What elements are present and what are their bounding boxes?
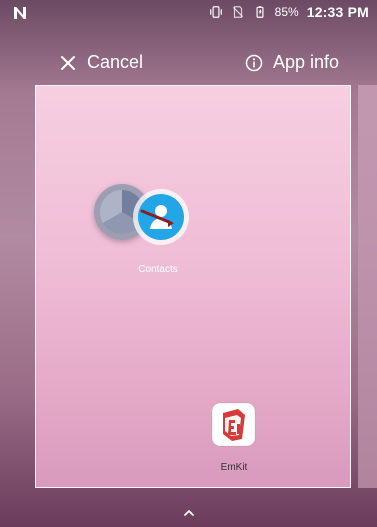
next-page-preview[interactable] [358,85,377,488]
battery-percent: 85% [274,5,299,19]
battery-icon [256,6,264,18]
cancel-button[interactable]: Cancel [59,52,143,73]
chevron-up-icon[interactable] [181,505,197,521]
top-actions: Cancel App info [0,45,377,77]
home-screen-preview[interactable] [35,85,351,488]
notification-n-icon [14,7,26,19]
status-time: 12:33 PM [306,4,369,20]
status-right: 85% 12:33 PM [209,4,369,20]
close-icon [61,55,75,70]
contacts-label: Contacts [138,264,178,275]
no-sim-icon [232,6,243,18]
vibrate-icon [209,6,222,18]
app-info-button[interactable]: App info [245,52,339,73]
status-bar: 85% 12:33 PM [0,0,377,28]
info-icon [245,54,263,71]
app-info-label: App info [273,52,340,72]
contacts-app-icon[interactable] [132,188,190,246]
emkit-app-icon[interactable] [211,402,256,447]
cancel-label: Cancel [87,52,144,72]
emkit-label: EmKit [220,462,248,473]
